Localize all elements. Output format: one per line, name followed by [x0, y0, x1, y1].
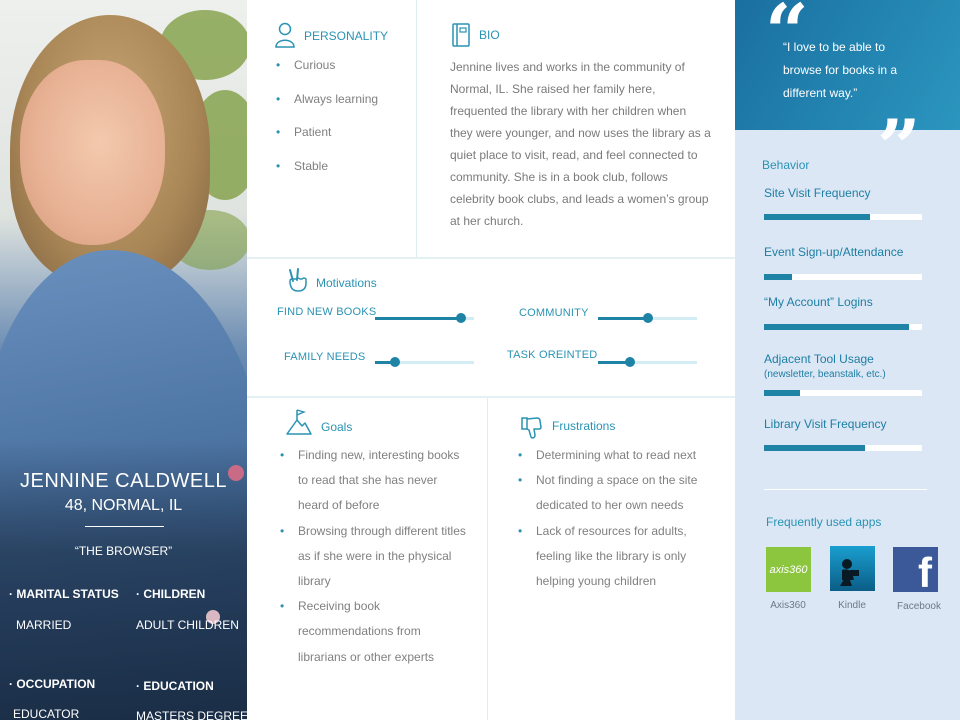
fact-value-marital-status: MARRIED — [16, 618, 72, 632]
facebook-logo-text: f — [918, 549, 932, 593]
facebook-app-icon[interactable]: f — [893, 547, 938, 592]
behavior-label-site-visit: Site Visit Frequency — [764, 186, 871, 200]
behavior-bar-site-visit — [764, 214, 922, 220]
behavior-bar-library-visit — [764, 445, 922, 451]
divider-middle — [247, 396, 735, 398]
list-item: Curious — [274, 56, 378, 90]
divider-top — [247, 257, 735, 259]
bio-title: BIO — [479, 28, 500, 42]
divider-goals-frustrations — [487, 398, 488, 720]
goals-title: Goals — [321, 420, 353, 434]
slider-knob — [624, 357, 635, 367]
axis360-app-icon[interactable]: axis360 — [766, 547, 811, 592]
apps-divider — [764, 489, 927, 490]
list-item: Finding new, interesting books to read t… — [278, 443, 468, 519]
frustrations-title: Frustrations — [552, 419, 616, 433]
list-item: Patient — [274, 123, 378, 157]
mountain-flag-icon — [286, 409, 312, 435]
motivation-label-find-new-books: FIND NEW BOOKS — [277, 306, 377, 318]
motivation-slider-task-oriented — [598, 356, 697, 368]
list-item: Browsing through different titles as if … — [278, 519, 468, 595]
name-divider — [85, 526, 164, 527]
behavior-label-library-visit: Library Visit Frequency — [764, 417, 887, 431]
persona-name: JENNINE CALDWELL — [20, 470, 227, 492]
close-quote-mark: ” — [877, 103, 921, 192]
peace-hand-icon — [289, 268, 307, 292]
slider-knob — [456, 313, 467, 323]
behavior-bar-event-signup — [764, 274, 922, 280]
frustrations-list: Determining what to read next Not findin… — [516, 443, 706, 594]
motivation-slider-family-needs — [375, 356, 474, 368]
list-item: Not finding a space on the site dedicate… — [516, 468, 706, 518]
persona-location: 48, NORMAL, IL — [64, 497, 183, 514]
apps-title: Frequently used apps — [766, 515, 882, 529]
fact-label-marital-status: · MARITAL STATUS — [9, 587, 119, 601]
kindle-app-icon[interactable] — [830, 546, 875, 591]
list-item: Determining what to read next — [516, 443, 706, 468]
behavior-label-text: Adjacent Tool Usage — [764, 352, 874, 366]
behavior-bar-adjacent-tool — [764, 390, 922, 396]
person-icon — [275, 22, 295, 48]
app-label-kindle: Kindle — [838, 600, 866, 611]
list-item: Stable — [274, 157, 378, 191]
persona-photo — [0, 0, 247, 720]
fact-label-occupation: · OCCUPATION — [9, 677, 96, 691]
behavior-label-adjacent-tool: Adjacent Tool Usage (newsletter, beansta… — [764, 352, 934, 382]
book-icon — [452, 23, 470, 47]
goals-list: Finding new, interesting books to read t… — [278, 443, 468, 670]
list-item: Receiving book recommendations from libr… — [278, 594, 468, 670]
personality-title: PERSONALITY — [304, 29, 389, 43]
divider-personality-bio — [416, 0, 417, 258]
motivation-label-family-needs: FAMILY NEEDS — [284, 351, 366, 363]
thumbs-down-icon — [521, 417, 542, 439]
motivation-label-community: COMMUNITY — [519, 307, 589, 319]
behavior-label-account-logins: “My Account” Logins — [764, 295, 873, 309]
list-item: Lack of resources for adults, feeling li… — [516, 519, 706, 595]
fact-value-education: MASTERS DEGREE — [136, 709, 249, 720]
persona-quote: “I love to be able to browse for books i… — [783, 40, 898, 100]
fact-value-occupation: EDUCATOR — [13, 707, 80, 720]
app-label-axis360: Axis360 — [770, 600, 806, 611]
slider-knob — [642, 313, 653, 323]
bio-text: Jennine lives and works in the community… — [450, 60, 711, 228]
app-label-facebook: Facebook — [897, 601, 941, 612]
behavior-sublabel: (newsletter, beanstalk, etc.) — [764, 369, 886, 380]
fact-value-children: ADULT CHILDREN — [136, 618, 239, 632]
motivation-slider-community — [598, 312, 697, 324]
list-item: Always learning — [274, 90, 378, 124]
behavior-label-event-signup: Event Sign-up/Attendance — [764, 245, 904, 259]
behavior-title: Behavior — [762, 158, 810, 172]
motivations-title: Motivations — [316, 276, 377, 290]
fact-label-children: · CHILDREN — [136, 587, 206, 601]
motivation-label-task-oriented: TASK OREINTED — [507, 349, 598, 361]
persona-tagline: “THE BROWSER” — [74, 544, 173, 558]
slider-knob — [389, 357, 400, 367]
motivation-slider-find-new-books — [375, 312, 474, 324]
axis360-logo-text: axis360 — [769, 563, 808, 576]
personality-list: Curious Always learning Patient Stable — [274, 56, 378, 190]
behavior-bar-account-logins — [764, 324, 922, 330]
fact-label-education: · EDUCATION — [136, 679, 214, 693]
